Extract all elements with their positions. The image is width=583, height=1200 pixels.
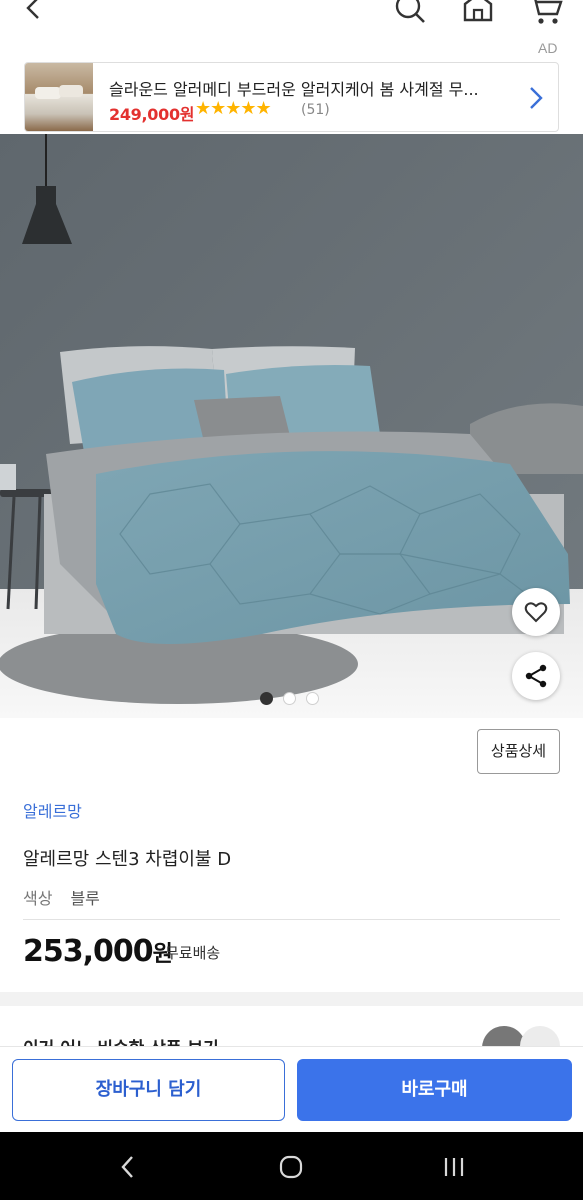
product-name: 알레르망 스텐3 차렵이불 D xyxy=(23,849,232,870)
home-icon[interactable] xyxy=(458,0,498,30)
wishlist-button[interactable] xyxy=(512,588,560,636)
product-image-carousel[interactable] xyxy=(0,134,583,718)
home-button-icon[interactable] xyxy=(276,1152,306,1186)
cart-icon[interactable] xyxy=(525,0,565,30)
back-icon[interactable] xyxy=(18,0,48,30)
option-label: 색상 xyxy=(23,889,53,908)
carousel-dot[interactable] xyxy=(260,692,273,705)
brand-link[interactable]: 알레르망 xyxy=(23,798,82,822)
ad-banner[interactable]: 슬라운드 알러메디 부드러운 알러지케어 봄 사계절 무... 249,000원… xyxy=(24,62,559,132)
shipping-info: 무료배송 xyxy=(165,944,221,962)
bottom-action-bar: 장바구니 담기 바로구매 xyxy=(0,1046,583,1132)
product-detail-button[interactable]: 상품상세 xyxy=(477,729,560,774)
review-count: (51) xyxy=(301,102,330,118)
system-back-icon[interactable] xyxy=(114,1152,144,1186)
share-icon xyxy=(525,664,547,688)
recent-apps-icon[interactable] xyxy=(440,1152,470,1186)
ad-price: 249,000원 xyxy=(109,105,195,124)
product-photo xyxy=(0,134,583,718)
buy-now-button[interactable]: 바로구매 xyxy=(297,1059,572,1121)
ad-title: 슬라운드 알러메디 부드러운 알러지케어 봄 사계절 무... xyxy=(109,80,479,99)
price: 253,000원 xyxy=(23,934,173,969)
carousel-dot[interactable] xyxy=(306,692,319,705)
price-number: 253,000 xyxy=(23,934,154,969)
section-divider xyxy=(0,992,583,1006)
rating-stars: ★★★★★ xyxy=(195,98,272,119)
ad-label: AD xyxy=(538,40,558,56)
chevron-right-icon[interactable] xyxy=(525,83,547,113)
top-bar xyxy=(0,0,583,40)
option-row: 색상 블루 xyxy=(23,885,100,909)
system-nav-bar xyxy=(0,1132,583,1200)
heart-icon xyxy=(524,602,548,623)
search-icon[interactable] xyxy=(390,0,430,30)
more-button[interactable] xyxy=(520,1026,560,1048)
divider xyxy=(23,919,560,920)
ad-thumbnail xyxy=(25,63,93,131)
option-value: 블루 xyxy=(70,889,100,908)
add-to-cart-button[interactable]: 장바구니 담기 xyxy=(12,1059,285,1121)
carousel-dot[interactable] xyxy=(283,692,296,705)
share-button[interactable] xyxy=(512,652,560,700)
